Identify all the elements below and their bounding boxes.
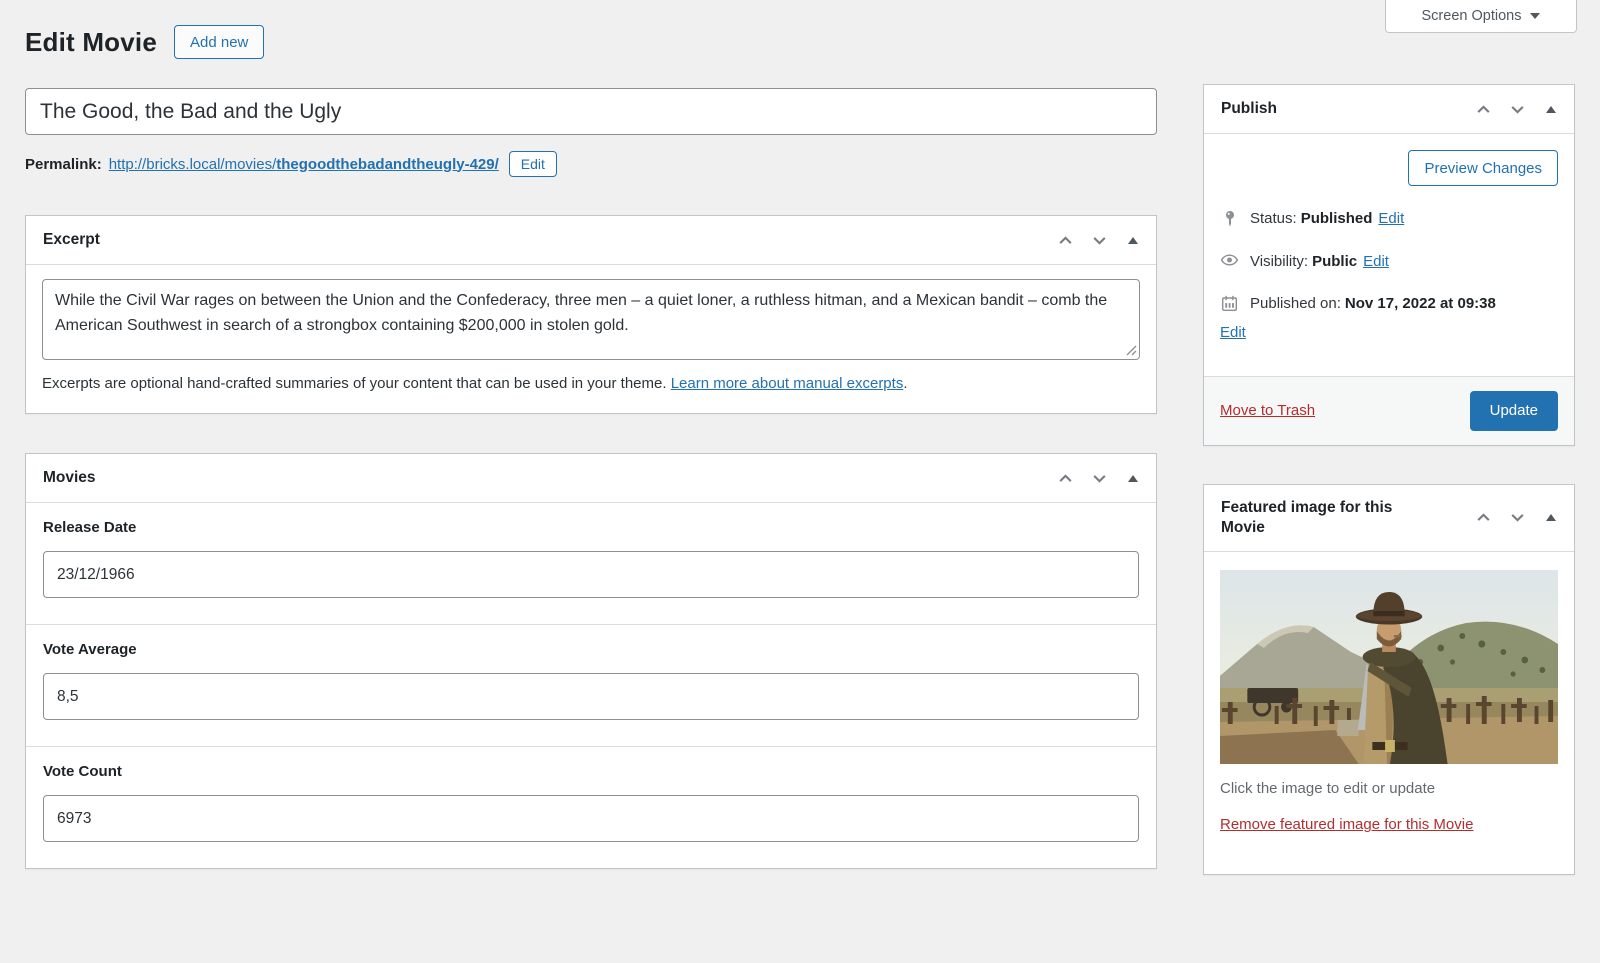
western-movie-still <box>1220 570 1558 765</box>
edit-status-link[interactable]: Edit <box>1378 210 1404 227</box>
edit-movie-page: Screen Options Edit Movie Add new Permal… <box>0 0 1600 963</box>
featured-image-title: Featured image for this Movie <box>1221 498 1393 537</box>
add-new-button[interactable]: Add new <box>174 25 265 59</box>
excerpt-help-text: Excerpts are optional hand-crafted summa… <box>42 375 908 392</box>
move-up-button[interactable] <box>1466 92 1500 126</box>
publish-handle-actions <box>1466 92 1568 126</box>
toggle-panel-button[interactable] <box>1116 461 1150 495</box>
published-on-value: Nov 17, 2022 at 09:38 <box>1344 295 1496 312</box>
publish-metabox-header: Publish <box>1204 85 1574 134</box>
excerpt-metabox-header: Excerpt <box>26 216 1156 265</box>
chevron-down-icon <box>1092 236 1106 245</box>
vote-count-label: Vote Count <box>43 763 122 780</box>
chevron-up-icon <box>1476 513 1490 521</box>
chevron-up-icon <box>1476 104 1490 113</box>
move-up-button[interactable] <box>1466 501 1500 535</box>
move-down-button[interactable] <box>1500 92 1534 126</box>
page-title: Edit Movie <box>25 26 158 57</box>
page-header: Edit Movie Add new <box>25 22 1157 62</box>
triangle-up-icon <box>1128 474 1138 482</box>
vote-average-input[interactable] <box>43 673 1139 720</box>
pin-icon <box>1220 209 1239 228</box>
edit-permalink-button[interactable]: Edit <box>508 151 557 177</box>
permalink-link[interactable]: http://bricks.local/movies/thegoodthebad… <box>109 156 499 173</box>
release-date-field: Release Date <box>26 503 1156 624</box>
featured-image-body: Click the image to edit or update Remove… <box>1204 552 1574 874</box>
permalink-url-slug: thegoodthebadandtheugly-429/ <box>276 155 499 173</box>
featured-image-metabox: Featured image for this Movie Click the … <box>1203 483 1575 876</box>
vote-average-field: Vote Average <box>26 624 1156 746</box>
chevron-up-icon <box>1058 235 1072 244</box>
publish-actions: Move to Trash Update <box>1204 375 1574 445</box>
published-on-label: Published on: <box>1250 295 1341 312</box>
chevron-down-icon <box>1510 514 1524 522</box>
publish-metabox: Publish Preview Changes Status: Published… <box>1203 84 1575 446</box>
featured-image-header: Featured image for this Movie <box>1204 485 1574 553</box>
featured-handle-actions <box>1466 501 1568 535</box>
excerpt-metabox-body: While the Civil War rages on between the… <box>26 265 1156 413</box>
triangle-up-icon <box>1546 105 1556 113</box>
chevron-up-icon <box>1058 473 1072 482</box>
remove-featured-image-link[interactable]: Remove featured image for this Movie <box>1220 816 1473 833</box>
triangle-up-icon <box>1546 514 1556 521</box>
visibility-value: Public <box>1312 252 1358 270</box>
status-value: Published <box>1300 210 1373 227</box>
toggle-panel-button[interactable] <box>1534 501 1568 535</box>
move-up-button[interactable] <box>1048 223 1082 257</box>
calendar-icon <box>1220 294 1239 312</box>
eye-icon <box>1220 252 1239 267</box>
move-down-button[interactable] <box>1082 461 1116 495</box>
toggle-panel-button[interactable] <box>1116 223 1150 257</box>
movies-metabox-title: Movies <box>43 468 96 486</box>
edit-date-link[interactable]: Edit <box>1220 324 1246 341</box>
release-date-label: Release Date <box>43 519 137 536</box>
movies-metabox: Movies Release Date Vote Average Vote Co… <box>25 453 1157 869</box>
excerpt-handle-actions <box>1048 223 1150 257</box>
move-down-button[interactable] <box>1082 223 1116 257</box>
release-date-input[interactable] <box>43 551 1139 598</box>
preview-changes-button[interactable]: Preview Changes <box>1408 150 1558 186</box>
featured-image-caption: Click the image to edit or update <box>1220 780 1436 798</box>
featured-image[interactable] <box>1220 570 1558 765</box>
visibility-row: Visibility: Public Edit <box>1220 252 1558 272</box>
vote-count-input[interactable] <box>43 795 1139 842</box>
visibility-label: Visibility: <box>1250 252 1309 270</box>
status-label: Status: <box>1250 210 1297 227</box>
vote-average-label: Vote Average <box>43 641 137 658</box>
post-title-input[interactable] <box>25 88 1157 135</box>
excerpt-metabox: Excerpt While the Civil War rages on bet… <box>25 215 1157 414</box>
triangle-up-icon <box>1128 236 1138 244</box>
edit-visibility-link[interactable]: Edit <box>1363 253 1389 270</box>
vote-count-field: Vote Count <box>26 746 1156 868</box>
toggle-panel-button[interactable] <box>1534 92 1568 126</box>
excerpt-metabox-title: Excerpt <box>43 230 100 248</box>
move-to-trash-link[interactable]: Move to Trash <box>1220 402 1315 419</box>
move-down-button[interactable] <box>1500 501 1534 535</box>
move-up-button[interactable] <box>1048 461 1082 495</box>
permalink-url-base: http://bricks.local/movies/ <box>108 155 277 173</box>
excerpt-textarea[interactable]: While the Civil War rages on between the… <box>42 279 1140 360</box>
sidebar-column: Publish Preview Changes Status: Published… <box>1203 0 1575 876</box>
movies-handle-actions <box>1048 461 1150 495</box>
status-row: Status: Published Edit <box>1220 209 1558 229</box>
main-column: Edit Movie Add new Permalink: http://bri… <box>25 0 1157 869</box>
publish-metabox-title: Publish <box>1221 99 1277 117</box>
permalink: Permalink: http://bricks.local/movies/th… <box>25 151 1157 177</box>
chevron-down-icon <box>1510 105 1524 114</box>
update-button[interactable]: Update <box>1469 390 1558 431</box>
chevron-down-icon <box>1092 474 1106 483</box>
learn-more-excerpts-link[interactable]: Learn more about manual excerpts <box>671 375 904 392</box>
permalink-label: Permalink: <box>25 155 102 173</box>
publish-metabox-body: Preview Changes Status: Published Edit Vis… <box>1204 134 1574 360</box>
published-on-row: Published on: Nov 17, 2022 at 09:38 <box>1220 294 1558 314</box>
movies-metabox-header: Movies <box>26 454 1156 503</box>
